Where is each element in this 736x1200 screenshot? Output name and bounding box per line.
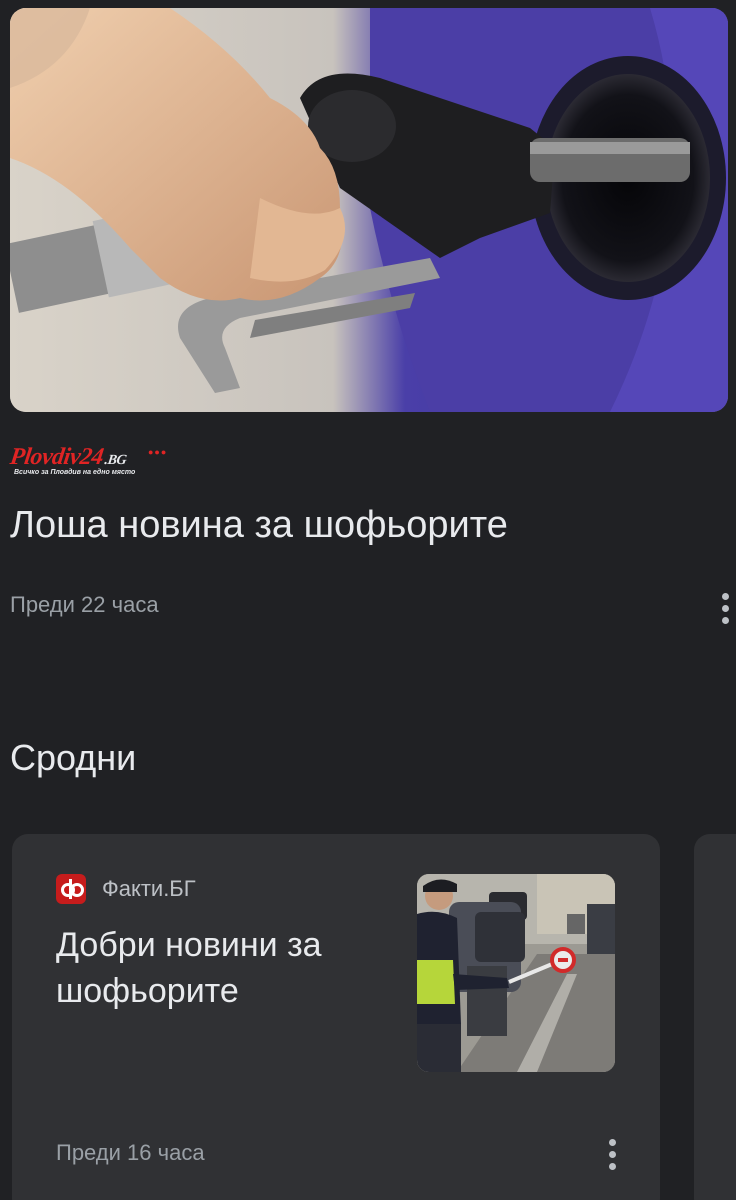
source-logo-tagline: Всичко за Пловдив на едно място	[14, 469, 136, 476]
fakti-logo-icon	[56, 874, 86, 904]
card-source: Факти.БГ	[56, 874, 196, 904]
card-thumbnail-image[interactable]	[417, 874, 615, 1072]
card-source-name: Факти.БГ	[102, 876, 196, 901]
related-article-card[interactable]: Факти.БГ Добри новини за шофьорите Преди…	[12, 834, 660, 1200]
more-dot	[608, 1162, 616, 1170]
fuel-nozzle-photo	[10, 8, 728, 412]
news-article-page: Plovdiv24.BG ●●● Всичко за Пловдив на ед…	[0, 0, 736, 1200]
more-dot	[721, 592, 729, 600]
more-options-icon[interactable]	[604, 1132, 620, 1176]
article-timestamp: Преди 22 часа	[10, 592, 159, 617]
source-logo-plovdiv24[interactable]: Plovdiv24.BG ●●● Всичко за Пловдив на ед…	[8, 444, 170, 478]
card-title[interactable]: Добри новини за шофьорите	[56, 922, 376, 1014]
more-dot	[608, 1150, 616, 1158]
article-title[interactable]: Лоша новина за шофьорите	[10, 500, 508, 550]
related-section-heading: Сродни	[10, 737, 137, 778]
article-hero-image[interactable]	[10, 8, 728, 412]
police-officer-photo	[417, 874, 615, 1072]
card-timestamp: Преди 16 часа	[56, 1140, 205, 1165]
more-dot	[721, 616, 729, 624]
next-related-card-peek[interactable]	[694, 834, 736, 1200]
more-options-icon[interactable]	[717, 586, 733, 630]
logo-dots-decoration: ●●●	[148, 447, 168, 457]
more-dot	[721, 604, 729, 612]
more-dot	[608, 1138, 616, 1146]
